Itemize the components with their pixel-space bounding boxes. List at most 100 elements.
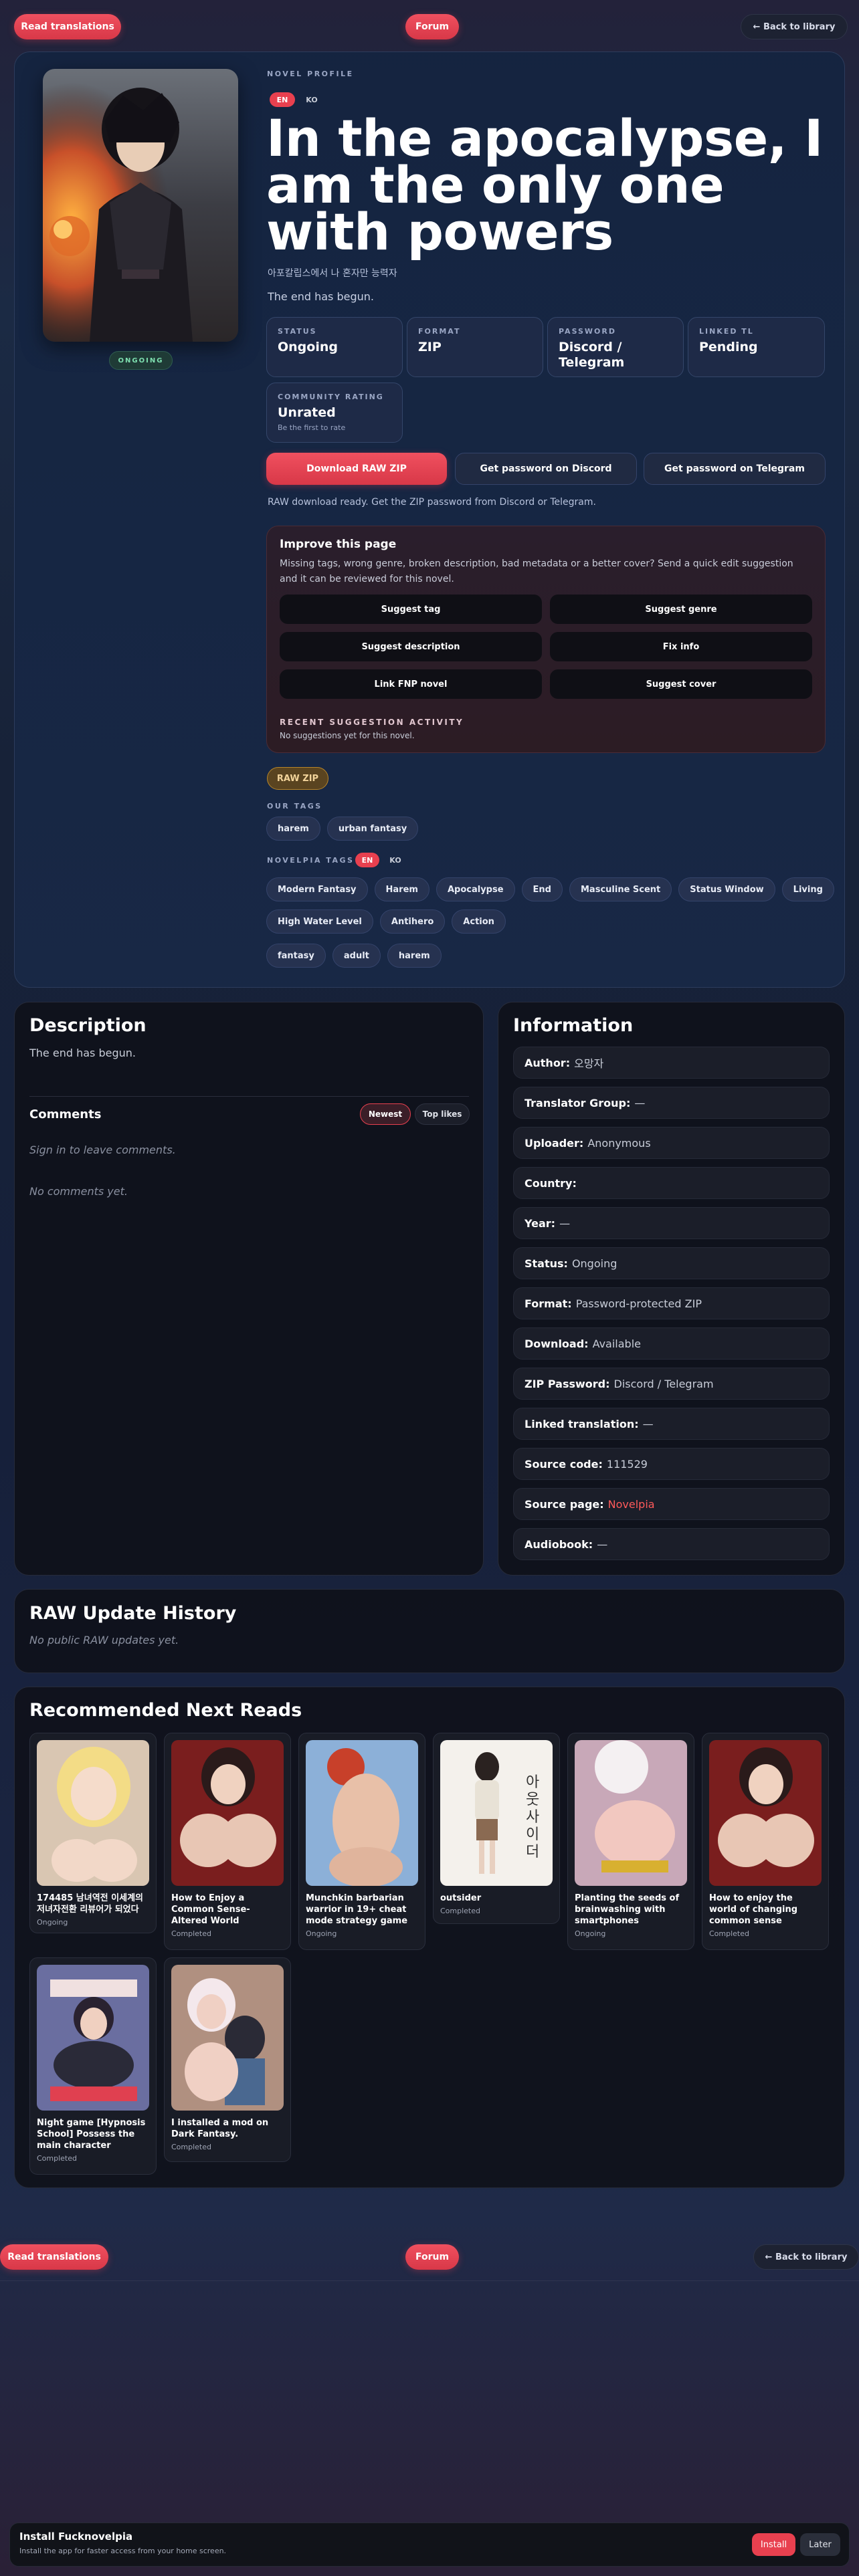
tag-chip[interactable]: Modern Fantasy (266, 877, 368, 901)
tag-chip[interactable]: urban fantasy (326, 817, 419, 841)
information-title: Information (513, 1015, 634, 1036)
read-translations-button[interactable]: Read translations (14, 14, 121, 39)
info-value: Ongoing (571, 1257, 617, 1270)
svg-text:아: 아 (526, 1774, 539, 1791)
later-button[interactable]: Later (800, 2533, 840, 2556)
our-tags-list: harem urban fantasy (266, 817, 419, 841)
recommended-status: Completed (171, 1929, 211, 1938)
svg-text:더: 더 (526, 1844, 539, 1860)
stat-label: FORMAT (418, 327, 461, 336)
sort-newest-button[interactable]: Newest (360, 1103, 411, 1125)
tag-chip[interactable]: Status Window (678, 877, 775, 901)
recommended-item[interactable]: 아웃사이더 outsider Completed (433, 1733, 560, 1924)
tag-chip[interactable]: End (521, 877, 563, 901)
info-row-status: Status: Ongoing (513, 1247, 830, 1279)
info-label: Linked translation: (524, 1417, 639, 1430)
recommended-title-text: Munchkin barbarian warrior in 19+ cheat … (306, 1893, 408, 1926)
info-row-source-code: Source code: 111529 (513, 1448, 830, 1480)
info-value: Available (592, 1337, 641, 1350)
recommended-cover (171, 1965, 284, 2111)
tag-chip[interactable]: Living (781, 877, 834, 901)
recommended-item[interactable]: How to Enjoy a Common Sense-Altered Worl… (164, 1733, 291, 1950)
info-label: Download: (524, 1337, 589, 1350)
recommended-status: Completed (709, 1929, 749, 1938)
download-note: RAW download ready. Get the ZIP password… (268, 497, 596, 508)
back-to-library-button-bottom[interactable]: ← Back to library (753, 2244, 859, 2270)
suggest-tag-button[interactable]: Suggest tag (280, 595, 542, 624)
tag-chip[interactable]: Antihero (379, 909, 446, 934)
recommended-item[interactable]: How to enjoy the world of changing commo… (702, 1733, 829, 1950)
recommended-cover: 아웃사이더 (440, 1740, 553, 1886)
info-row-zip-password: ZIP Password: Discord / Telegram (513, 1368, 830, 1400)
info-row-format: Format: Password-protected ZIP (513, 1287, 830, 1319)
tag-chip[interactable]: harem (387, 944, 442, 968)
forum-button[interactable]: Forum (405, 14, 459, 39)
suggest-description-button[interactable]: Suggest description (280, 632, 542, 661)
lang-en-toggle[interactable]: EN (270, 92, 295, 107)
raw-history-text: No public RAW updates yet. (29, 1634, 179, 1646)
recommended-item[interactable]: 174485 남녀역전 이세계의 저녀자전환 리뷰어가 되었다 Ongoing (29, 1733, 157, 1933)
raw-history-card (14, 1589, 845, 1673)
tags-lang-en-toggle[interactable]: EN (355, 853, 379, 867)
telegram-password-button[interactable]: Get password on Telegram (644, 453, 826, 485)
info-row-uploader: Uploader: Anonymous (513, 1127, 830, 1159)
info-row-translator-group: Translator Group: — (513, 1087, 830, 1119)
recommended-title-text: outsider (440, 1893, 482, 1903)
install-button[interactable]: Install (752, 2533, 795, 2556)
forum-button-bottom[interactable]: Forum (405, 2244, 459, 2270)
tags-lang-ko-toggle[interactable]: KO (383, 853, 407, 867)
tag-chip[interactable]: Masculine Scent (569, 877, 672, 901)
tag-chip[interactable]: Action (452, 909, 506, 934)
stat-format: FORMAT ZIP (407, 317, 543, 377)
community-rating[interactable]: COMMUNITY RATING Unrated Be the first to… (266, 383, 403, 443)
tag-chip[interactable]: Harem (374, 877, 430, 901)
info-label: Uploader: (524, 1136, 584, 1150)
recommended-item[interactable]: Planting the seeds of brainwashing with … (567, 1733, 694, 1950)
info-value: Anonymous (587, 1136, 651, 1150)
recommended-item[interactable]: I installed a mod on Dark Fantasy. Compl… (164, 1957, 291, 2162)
info-label: Source code: (524, 1457, 603, 1471)
tag-chip[interactable]: High Water Level (266, 909, 373, 934)
signin-prompt[interactable]: Sign in to leave comments. (29, 1144, 176, 1156)
recommended-status: Completed (37, 2154, 77, 2163)
stat-value: Ongoing (278, 340, 338, 354)
info-label: Audiobook: (524, 1537, 593, 1551)
suggest-genre-button[interactable]: Suggest genre (550, 595, 812, 624)
rating-label: COMMUNITY RATING (278, 393, 384, 401)
fix-info-button[interactable]: Fix info (550, 632, 812, 661)
activity-label: RECENT SUGGESTION ACTIVITY (280, 718, 464, 727)
divider (29, 1096, 469, 1097)
recommended-title: Recommended Next Reads (29, 1700, 302, 1721)
recommended-title-text: Night game [Hypnosis School] Possess the… (37, 2118, 146, 2151)
recommended-item[interactable]: Night game [Hypnosis School] Possess the… (29, 1957, 157, 2175)
sort-top-likes-button[interactable]: Top likes (415, 1103, 470, 1125)
recommended-item[interactable]: Munchkin barbarian warrior in 19+ cheat … (298, 1733, 425, 1950)
recommended-title-text: Planting the seeds of brainwashing with … (575, 1893, 680, 1926)
description-card (14, 1002, 484, 1576)
tag-chip[interactable]: adult (332, 944, 381, 968)
info-row-source-page: Source page: Novelpia (513, 1488, 830, 1520)
info-label: Country: (524, 1176, 577, 1190)
discord-password-button[interactable]: Get password on Discord (455, 453, 637, 485)
info-value: — (634, 1096, 646, 1109)
info-value: 오망자 (574, 1057, 604, 1070)
tag-chip[interactable]: fantasy (266, 944, 326, 968)
link-fnp-novel-button[interactable]: Link FNP novel (280, 669, 542, 699)
download-raw-zip-button[interactable]: Download RAW ZIP (266, 453, 447, 485)
info-label: Source page: (524, 1497, 604, 1511)
back-to-library-button[interactable]: ← Back to library (741, 14, 848, 39)
read-translations-button-bottom[interactable]: Read translations (0, 2244, 108, 2270)
novelpia-tags-label: NOVELPIA TAGS (267, 856, 355, 865)
improve-desc: Missing tags, wrong genre, broken descri… (280, 558, 793, 584)
tagline: The end has begun. (268, 290, 374, 303)
stat-value: ZIP (418, 340, 442, 354)
suggest-cover-button[interactable]: Suggest cover (550, 669, 812, 699)
info-value: Discord / Telegram (613, 1377, 714, 1390)
install-banner (9, 2523, 850, 2567)
tag-chip[interactable]: Apocalypse (436, 877, 515, 901)
tag-chip[interactable]: harem (266, 817, 320, 841)
recommended-status: Ongoing (575, 1929, 606, 1938)
description-title: Description (29, 1015, 147, 1036)
lang-ko-toggle[interactable]: KO (299, 92, 324, 107)
source-page-link[interactable]: Novelpia (608, 1498, 655, 1511)
